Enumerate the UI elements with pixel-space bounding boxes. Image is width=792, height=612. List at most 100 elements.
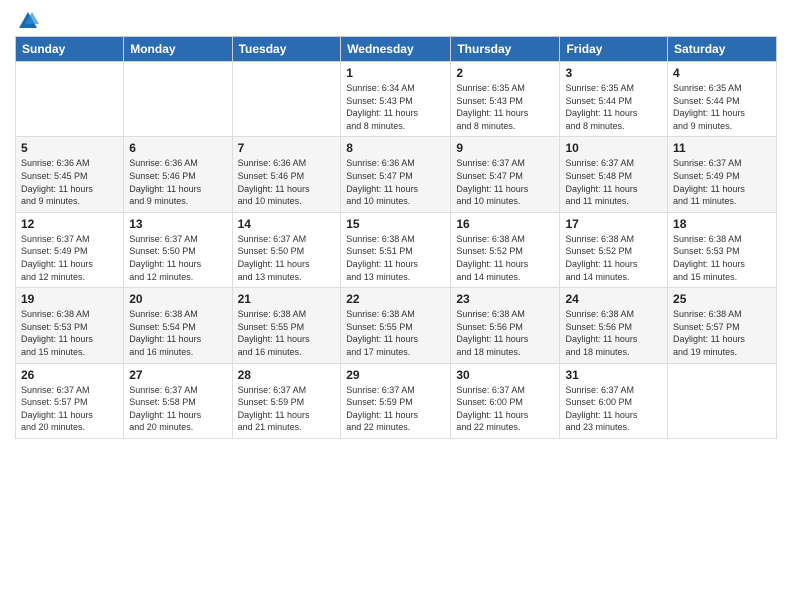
logo-icon	[17, 10, 39, 32]
day-number: 7	[238, 141, 336, 155]
calendar-day-cell: 14Sunrise: 6:37 AMSunset: 5:50 PMDayligh…	[232, 212, 341, 287]
day-info: Sunrise: 6:38 AMSunset: 5:55 PMDaylight:…	[238, 308, 336, 358]
calendar-day-cell: 7 Sunrise: 6:36 AMSunset: 5:46 PMDaylight…	[232, 137, 341, 212]
calendar-week-row: 1 Sunrise: 6:34 AMSunset: 5:43 PMDaylight…	[16, 62, 777, 137]
page-header	[15, 10, 777, 28]
day-info: Sunrise: 6:36 AMSunset: 5:46 PMDaylight:…	[129, 157, 226, 207]
day-number: 11	[673, 141, 771, 155]
day-number: 20	[129, 292, 226, 306]
day-number: 3	[565, 66, 662, 80]
calendar-day-cell: 15 Sunrise: 6:38 AMSunset: 5:51 PMDayligh…	[341, 212, 451, 287]
calendar-week-row: 19 Sunrise: 6:38 AMSunset: 5:53 PMDayligh…	[16, 288, 777, 363]
day-info: Sunrise: 6:37 AMSunset: 5:50 PMDaylight:…	[129, 233, 226, 283]
calendar-day-cell: 4Sunrise: 6:35 AMSunset: 5:44 PMDaylight…	[668, 62, 777, 137]
day-info: Sunrise: 6:38 AMSunset: 5:51 PMDaylight:…	[346, 233, 445, 283]
calendar-week-row: 26 Sunrise: 6:37 AMSunset: 5:57 PMDayligh…	[16, 363, 777, 438]
day-info: Sunrise: 6:37 AMSunset: 5:49 PMDaylight:…	[673, 157, 771, 207]
calendar-day-cell: 13 Sunrise: 6:37 AMSunset: 5:50 PMDayligh…	[124, 212, 232, 287]
day-number: 8	[346, 141, 445, 155]
day-number: 16	[456, 217, 554, 231]
calendar-day-cell: 10 Sunrise: 6:37 AMSunset: 5:48 PMDayligh…	[560, 137, 668, 212]
day-number: 4	[673, 66, 771, 80]
calendar-week-row: 5 Sunrise: 6:36 AMSunset: 5:45 PMDaylight…	[16, 137, 777, 212]
calendar-day-cell: 8 Sunrise: 6:36 AMSunset: 5:47 PMDaylight…	[341, 137, 451, 212]
day-number: 25	[673, 292, 771, 306]
calendar-day-cell	[668, 363, 777, 438]
calendar-day-cell: 31Sunrise: 6:37 AMSunset: 6:00 PMDayligh…	[560, 363, 668, 438]
calendar-day-cell: 12Sunrise: 6:37 AMSunset: 5:49 PMDayligh…	[16, 212, 124, 287]
weekday-header: Saturday	[668, 37, 777, 62]
day-info: Sunrise: 6:35 AMSunset: 5:44 PMDaylight:…	[565, 82, 662, 132]
day-info: Sunrise: 6:38 AMSunset: 5:53 PMDaylight:…	[21, 308, 118, 358]
day-info: Sunrise: 6:36 AMSunset: 5:47 PMDaylight:…	[346, 157, 445, 207]
calendar-table: SundayMondayTuesdayWednesdayThursdayFrid…	[15, 36, 777, 439]
day-number: 28	[238, 368, 336, 382]
day-info: Sunrise: 6:38 AMSunset: 5:56 PMDaylight:…	[456, 308, 554, 358]
day-info: Sunrise: 6:37 AMSunset: 5:49 PMDaylight:…	[21, 233, 118, 283]
calendar-day-cell: 27 Sunrise: 6:37 AMSunset: 5:58 PMDayligh…	[124, 363, 232, 438]
day-number: 27	[129, 368, 226, 382]
calendar-day-cell: 11 Sunrise: 6:37 AMSunset: 5:49 PMDayligh…	[668, 137, 777, 212]
day-info: Sunrise: 6:38 AMSunset: 5:56 PMDaylight:…	[565, 308, 662, 358]
day-info: Sunrise: 6:38 AMSunset: 5:57 PMDaylight:…	[673, 308, 771, 358]
day-number: 14	[238, 217, 336, 231]
day-number: 5	[21, 141, 118, 155]
calendar-day-cell: 19 Sunrise: 6:38 AMSunset: 5:53 PMDayligh…	[16, 288, 124, 363]
calendar-day-cell: 5 Sunrise: 6:36 AMSunset: 5:45 PMDaylight…	[16, 137, 124, 212]
day-info: Sunrise: 6:37 AMSunset: 6:00 PMDaylight:…	[456, 384, 554, 434]
day-number: 13	[129, 217, 226, 231]
calendar-day-cell: 1 Sunrise: 6:34 AMSunset: 5:43 PMDaylight…	[341, 62, 451, 137]
day-info: Sunrise: 6:38 AMSunset: 5:52 PMDaylight:…	[456, 233, 554, 283]
calendar-day-cell: 24Sunrise: 6:38 AMSunset: 5:56 PMDayligh…	[560, 288, 668, 363]
calendar-day-cell	[232, 62, 341, 137]
day-info: Sunrise: 6:35 AMSunset: 5:43 PMDaylight:…	[456, 82, 554, 132]
day-info: Sunrise: 6:37 AMSunset: 5:47 PMDaylight:…	[456, 157, 554, 207]
day-number: 22	[346, 292, 445, 306]
logo	[15, 10, 39, 28]
day-number: 9	[456, 141, 554, 155]
day-info: Sunrise: 6:37 AMSunset: 5:59 PMDaylight:…	[346, 384, 445, 434]
calendar-week-row: 12Sunrise: 6:37 AMSunset: 5:49 PMDayligh…	[16, 212, 777, 287]
day-number: 23	[456, 292, 554, 306]
calendar-day-cell: 16 Sunrise: 6:38 AMSunset: 5:52 PMDayligh…	[451, 212, 560, 287]
calendar-day-cell: 2 Sunrise: 6:35 AMSunset: 5:43 PMDaylight…	[451, 62, 560, 137]
calendar-day-cell: 25 Sunrise: 6:38 AMSunset: 5:57 PMDayligh…	[668, 288, 777, 363]
day-info: Sunrise: 6:37 AMSunset: 5:58 PMDaylight:…	[129, 384, 226, 434]
day-info: Sunrise: 6:37 AMSunset: 5:59 PMDaylight:…	[238, 384, 336, 434]
calendar-day-cell: 20Sunrise: 6:38 AMSunset: 5:54 PMDayligh…	[124, 288, 232, 363]
weekday-header: Sunday	[16, 37, 124, 62]
calendar-day-cell: 3 Sunrise: 6:35 AMSunset: 5:44 PMDaylight…	[560, 62, 668, 137]
day-number: 15	[346, 217, 445, 231]
calendar-day-cell	[124, 62, 232, 137]
calendar-day-cell: 18Sunrise: 6:38 AMSunset: 5:53 PMDayligh…	[668, 212, 777, 287]
day-info: Sunrise: 6:37 AMSunset: 5:57 PMDaylight:…	[21, 384, 118, 434]
day-number: 2	[456, 66, 554, 80]
weekday-header: Monday	[124, 37, 232, 62]
calendar-day-cell: 26 Sunrise: 6:37 AMSunset: 5:57 PMDayligh…	[16, 363, 124, 438]
day-info: Sunrise: 6:37 AMSunset: 5:48 PMDaylight:…	[565, 157, 662, 207]
calendar-day-cell: 6Sunrise: 6:36 AMSunset: 5:46 PMDaylight…	[124, 137, 232, 212]
day-number: 17	[565, 217, 662, 231]
day-info: Sunrise: 6:38 AMSunset: 5:52 PMDaylight:…	[565, 233, 662, 283]
weekday-header: Friday	[560, 37, 668, 62]
day-info: Sunrise: 6:38 AMSunset: 5:53 PMDaylight:…	[673, 233, 771, 283]
calendar-day-cell: 30Sunrise: 6:37 AMSunset: 6:00 PMDayligh…	[451, 363, 560, 438]
day-number: 10	[565, 141, 662, 155]
weekday-header: Thursday	[451, 37, 560, 62]
day-info: Sunrise: 6:34 AMSunset: 5:43 PMDaylight:…	[346, 82, 445, 132]
weekday-header: Wednesday	[341, 37, 451, 62]
day-number: 26	[21, 368, 118, 382]
calendar-day-cell: 9 Sunrise: 6:37 AMSunset: 5:47 PMDaylight…	[451, 137, 560, 212]
day-number: 1	[346, 66, 445, 80]
day-number: 19	[21, 292, 118, 306]
weekday-header: Tuesday	[232, 37, 341, 62]
calendar-day-cell: 23 Sunrise: 6:38 AMSunset: 5:56 PMDayligh…	[451, 288, 560, 363]
calendar-header-row: SundayMondayTuesdayWednesdayThursdayFrid…	[16, 37, 777, 62]
calendar-day-cell	[16, 62, 124, 137]
day-number: 21	[238, 292, 336, 306]
calendar-day-cell: 28 Sunrise: 6:37 AMSunset: 5:59 PMDayligh…	[232, 363, 341, 438]
calendar-day-cell: 17 Sunrise: 6:38 AMSunset: 5:52 PMDayligh…	[560, 212, 668, 287]
day-info: Sunrise: 6:36 AMSunset: 5:46 PMDaylight:…	[238, 157, 336, 207]
day-info: Sunrise: 6:36 AMSunset: 5:45 PMDaylight:…	[21, 157, 118, 207]
calendar-day-cell: 22Sunrise: 6:38 AMSunset: 5:55 PMDayligh…	[341, 288, 451, 363]
